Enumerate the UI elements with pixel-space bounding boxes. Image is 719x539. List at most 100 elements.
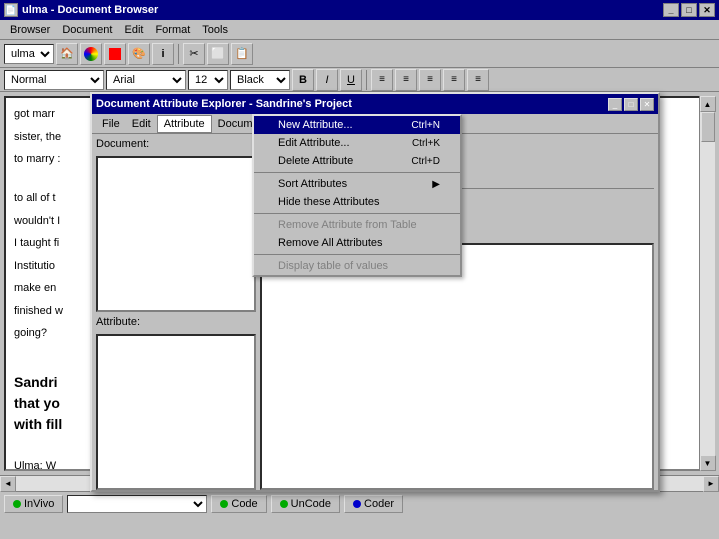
invivo-label: InVivo xyxy=(24,498,54,510)
align-center-button[interactable]: ≡ xyxy=(395,69,417,91)
dae-attribute-label: Attribute: xyxy=(96,316,256,328)
menu-document[interactable]: Document xyxy=(56,22,118,38)
underline-button[interactable]: U xyxy=(340,69,362,91)
dae-left-panel: Document: Attribute: xyxy=(96,138,256,490)
coder-dot xyxy=(353,500,361,508)
code-label: Code xyxy=(231,498,257,510)
dae-document-label: Document: xyxy=(96,138,256,150)
home-button[interactable]: 🏠 xyxy=(56,43,78,65)
align-justify-button[interactable]: ≡ xyxy=(443,69,465,91)
dae-maximize[interactable]: □ xyxy=(624,98,638,111)
red-square-button[interactable] xyxy=(104,43,126,65)
ctx-delete-attribute[interactable]: Delete Attribute Ctrl+D xyxy=(254,152,460,170)
code-dot xyxy=(220,500,228,508)
bold-button[interactable]: B xyxy=(292,69,314,91)
scroll-thumb[interactable] xyxy=(701,112,715,142)
font-select[interactable]: Arial xyxy=(106,70,186,90)
ctx-remove-all[interactable]: Remove All Attributes xyxy=(254,234,460,252)
ctx-sep-3 xyxy=(254,254,460,255)
dae-document-list[interactable] xyxy=(96,156,256,312)
vertical-scrollbar[interactable]: ▲ ▼ xyxy=(699,96,715,471)
align-left-button[interactable]: ≡ xyxy=(371,69,393,91)
ctx-new-attribute[interactable]: New Attribute... Ctrl+N xyxy=(254,116,460,134)
toolbar: ulma 🏠 🎨 i ✂ ⬜ 📋 xyxy=(0,40,719,68)
bottom-bar: InVivo Code UnCode Coder xyxy=(0,491,719,515)
ctx-new-attribute-shortcut: Ctrl+N xyxy=(411,120,440,131)
cut-button[interactable]: ✂ xyxy=(183,43,205,65)
ctx-hide-attributes[interactable]: Hide these Attributes xyxy=(254,193,460,211)
ctx-edit-attribute[interactable]: Edit Attribute... Ctrl+K xyxy=(254,134,460,152)
dae-menu-attribute[interactable]: Attribute xyxy=(157,115,212,133)
invivo-tab[interactable]: InVivo xyxy=(4,495,63,513)
format-separator xyxy=(366,70,367,90)
dae-menu-file[interactable]: File xyxy=(96,116,126,132)
size-select[interactable]: 12 xyxy=(188,70,228,90)
bottom-select[interactable] xyxy=(67,495,207,513)
ctx-remove-all-label: Remove All Attributes xyxy=(278,237,383,249)
menu-tools[interactable]: Tools xyxy=(196,22,234,38)
scroll-down-button[interactable]: ▼ xyxy=(700,455,716,471)
ctx-delete-attribute-label: Delete Attribute xyxy=(278,155,353,167)
ctx-delete-attribute-shortcut: Ctrl+D xyxy=(411,156,440,167)
dae-table-area[interactable] xyxy=(260,243,654,490)
invivo-dot xyxy=(13,500,21,508)
ctx-edit-attribute-shortcut: Ctrl+K xyxy=(412,138,440,149)
style-select[interactable]: Normal xyxy=(4,70,104,90)
coder-tab[interactable]: Coder xyxy=(344,495,403,513)
ctx-sort-arrow: ▶ xyxy=(432,179,440,190)
format-toolbar: Normal Arial 12 Black B I U ≡ ≡ ≡ ≡ ≡ xyxy=(0,68,719,92)
scroll-up-button[interactable]: ▲ xyxy=(700,96,716,112)
ctx-sort-attributes-label: Sort Attributes xyxy=(278,178,347,190)
dae-controls: _ □ ✕ xyxy=(608,98,654,111)
paste-button[interactable]: 📋 xyxy=(231,43,253,65)
dae-title-bar: Document Attribute Explorer - Sandrine's… xyxy=(92,94,658,114)
info-button[interactable]: i xyxy=(152,43,174,65)
ctx-edit-attribute-label: Edit Attribute... xyxy=(278,137,350,149)
ctx-sort-attributes[interactable]: Sort Attributes ▶ xyxy=(254,175,460,193)
uncode-tab[interactable]: UnCode xyxy=(271,495,340,513)
paint-button[interactable]: 🎨 xyxy=(128,43,150,65)
minimize-button[interactable]: _ xyxy=(663,3,679,17)
dae-dialog: Document Attribute Explorer - Sandrine's… xyxy=(90,92,660,492)
color-select[interactable]: Black xyxy=(230,70,290,90)
attribute-context-menu: New Attribute... Ctrl+N Edit Attribute..… xyxy=(252,114,462,277)
menu-format[interactable]: Format xyxy=(149,22,196,38)
code-tab[interactable]: Code xyxy=(211,495,266,513)
close-button[interactable]: ✕ xyxy=(699,3,715,17)
coder-label: Coder xyxy=(364,498,394,510)
scroll-left-button[interactable]: ◄ xyxy=(0,476,16,492)
ctx-hide-attributes-label: Hide these Attributes xyxy=(278,196,380,208)
menu-browser[interactable]: Browser xyxy=(4,22,56,38)
uncode-label: UnCode xyxy=(291,498,331,510)
align-right-button[interactable]: ≡ xyxy=(419,69,441,91)
dae-close[interactable]: ✕ xyxy=(640,98,654,111)
scroll-track[interactable] xyxy=(700,112,715,455)
app-title: ulma - Document Browser xyxy=(22,4,158,16)
dae-attribute-list[interactable] xyxy=(96,334,256,490)
title-bar-controls: _ □ ✕ xyxy=(663,3,715,17)
main-area: got marr sister, the to marry : to all o… xyxy=(0,92,719,475)
toolbar-separator-1 xyxy=(178,44,179,64)
italic-button[interactable]: I xyxy=(316,69,338,91)
ctx-display-table: Display table of values xyxy=(254,257,460,275)
ctx-display-table-label: Display table of values xyxy=(278,260,388,272)
app-icon: 📄 xyxy=(4,3,18,17)
dae-minimize[interactable]: _ xyxy=(608,98,622,111)
maximize-button[interactable]: □ xyxy=(681,3,697,17)
dae-menu-edit[interactable]: Edit xyxy=(126,116,157,132)
ctx-remove-from-table: Remove Attribute from Table xyxy=(254,216,460,234)
menu-edit[interactable]: Edit xyxy=(118,22,149,38)
uncode-dot xyxy=(280,500,288,508)
dae-title: Document Attribute Explorer - Sandrine's… xyxy=(96,98,352,110)
main-menu-bar: Browser Document Edit Format Tools xyxy=(0,20,719,40)
color-icon-button[interactable] xyxy=(80,43,102,65)
copy-button[interactable]: ⬜ xyxy=(207,43,229,65)
ctx-new-attribute-label: New Attribute... xyxy=(278,119,353,131)
address-bar[interactable]: ulma xyxy=(4,44,54,64)
ctx-sep-2 xyxy=(254,213,460,214)
title-bar: 📄 ulma - Document Browser _ □ ✕ xyxy=(0,0,719,20)
align-extra-button[interactable]: ≡ xyxy=(467,69,489,91)
ctx-sep-1 xyxy=(254,172,460,173)
scroll-right-button[interactable]: ► xyxy=(703,476,719,492)
ctx-remove-from-table-label: Remove Attribute from Table xyxy=(278,219,417,231)
